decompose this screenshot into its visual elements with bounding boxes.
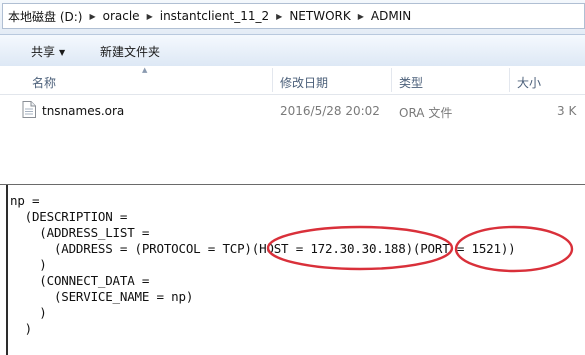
new-folder-button-label: 新建文件夹 [100,45,161,59]
dropdown-arrow-icon: ▼ [59,48,66,57]
file-date: 2016/5/28 20:02 [280,104,380,118]
code-line-7: (SERVICE_NAME = np) [10,289,194,304]
breadcrumb-admin[interactable]: ADMIN [366,9,416,23]
tnsnames-code-block: np = (DESCRIPTION = (ADDRESS_LIST = (ADD… [0,184,585,355]
breadcrumb-oracle[interactable]: oracle [98,9,145,23]
column-divider[interactable] [272,68,273,92]
code-left-border [6,185,8,355]
column-header-name[interactable]: 名称 [32,74,56,91]
chevron-right-icon[interactable]: ▶ [356,12,366,21]
code-line-6: (CONNECT_DATA = [10,273,150,288]
sort-caret-icon: ▲ [142,66,148,74]
column-headers: ▲ 名称 修改日期 类型 大小 [0,66,585,95]
file-row[interactable]: tnsnames.ora 2016/5/28 20:02 ORA 文件 3 K [0,100,585,122]
chevron-right-icon[interactable]: ▶ [274,12,284,21]
column-header-type[interactable]: 类型 [399,74,423,91]
file-type: ORA 文件 [399,106,453,120]
breadcrumb-network[interactable]: NETWORK [284,9,355,23]
code-line-9: ) [10,321,33,336]
code-line-5: ) [10,257,47,272]
share-button-label: 共享 [31,45,56,59]
code-line-4: (ADDRESS = (PROTOCOL = TCP)(HOST = 172.3… [10,241,516,256]
document-icon [22,101,36,118]
breadcrumb-instantclient[interactable]: instantclient_11_2 [155,9,274,23]
file-size: 3 K [557,104,577,118]
code-line-8: ) [10,305,47,320]
code-line-2: (DESCRIPTION = [10,209,128,224]
chevron-right-icon[interactable]: ▶ [145,12,155,21]
code-line-1: np = [10,193,40,208]
breadcrumb[interactable]: 本地磁盘 (D:) ▶ oracle ▶ instantclient_11_2 … [2,3,585,29]
chevron-right-icon[interactable]: ▶ [87,12,97,21]
column-header-date[interactable]: 修改日期 [280,74,328,91]
code-line-3: (ADDRESS_LIST = [10,225,150,240]
share-button[interactable]: 共享 ▼ [31,43,65,60]
file-name[interactable]: tnsnames.ora [42,104,124,118]
file-explorer-window: 本地磁盘 (D:) ▶ oracle ▶ instantclient_11_2 … [0,0,585,172]
column-header-size[interactable]: 大小 [517,74,541,91]
breadcrumb-drive[interactable]: 本地磁盘 (D:) [3,8,87,25]
command-toolbar: 共享 ▼ 新建文件夹 [0,35,585,67]
new-folder-button[interactable]: 新建文件夹 [100,43,160,60]
column-divider[interactable] [391,68,392,92]
address-bar: 本地磁盘 (D:) ▶ oracle ▶ instantclient_11_2 … [0,0,585,35]
column-divider[interactable] [509,68,510,92]
